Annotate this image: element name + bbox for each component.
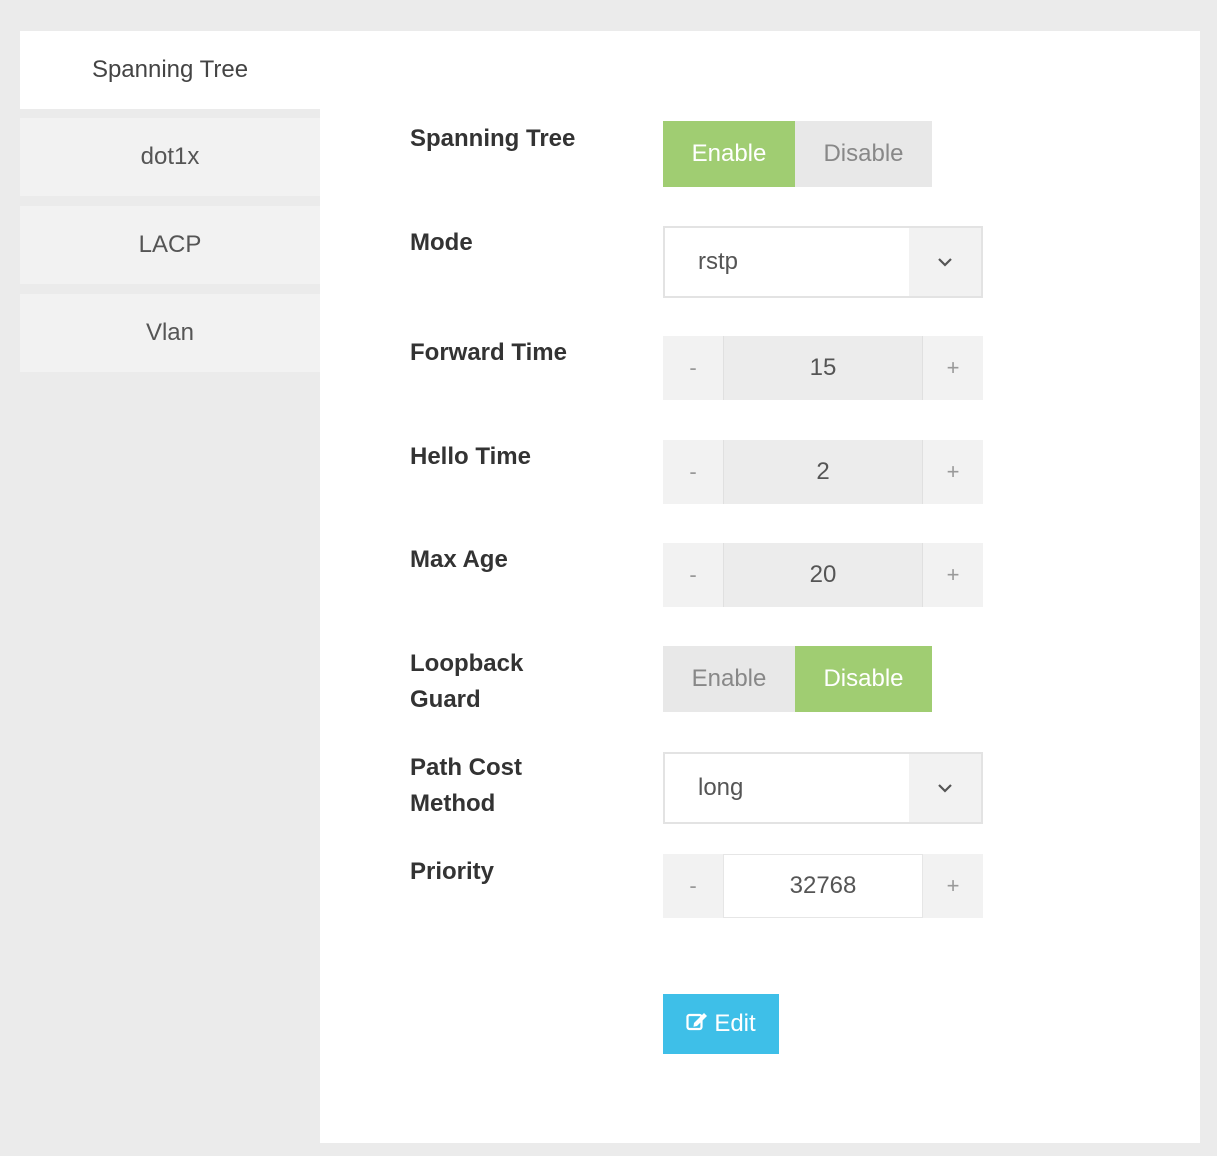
spanning-tree-disable-button[interactable]: Disable xyxy=(795,121,932,187)
hello-time-increment-button[interactable]: + xyxy=(923,440,983,504)
tab-lacp[interactable]: LACP xyxy=(20,206,320,284)
spanning-tree-label: Spanning Tree xyxy=(410,125,576,152)
max-age-decrement-button[interactable]: - xyxy=(663,543,723,607)
priority-increment-button[interactable]: + xyxy=(923,854,983,918)
loopback-guard-disable-button[interactable]: Disable xyxy=(795,646,932,712)
tab-spanning-tree[interactable]: Spanning Tree xyxy=(20,31,320,109)
edit-button[interactable]: Edit xyxy=(663,994,779,1054)
priority-input[interactable]: 32768 xyxy=(723,854,923,918)
chevron-down-icon xyxy=(909,754,981,822)
priority-decrement-button[interactable]: - xyxy=(663,854,723,918)
spanning-tree-enable-button[interactable]: Enable xyxy=(663,121,795,187)
loopback-guard-label-line2: Guard xyxy=(410,686,481,713)
path-cost-method-select[interactable]: long xyxy=(663,752,983,824)
max-age-label: Max Age xyxy=(410,546,508,573)
forward-time-label: Forward Time xyxy=(410,339,567,366)
path-cost-method-label-line2: Method xyxy=(410,790,496,817)
tab-vlan[interactable]: Vlan xyxy=(20,294,320,372)
priority-stepper: - 32768 + xyxy=(663,854,983,918)
tab-dot1x[interactable]: dot1x xyxy=(20,118,320,196)
hello-time-value: 2 xyxy=(723,440,923,504)
priority-label: Priority xyxy=(410,858,495,885)
sidebar: Spanning Tree dot1x LACP Vlan xyxy=(20,31,320,382)
hello-time-decrement-button[interactable]: - xyxy=(663,440,723,504)
path-cost-method-select-value: long xyxy=(698,774,744,801)
max-age-value: 20 xyxy=(723,543,923,607)
forward-time-decrement-button[interactable]: - xyxy=(663,336,723,400)
edit-icon xyxy=(686,1010,708,1038)
forward-time-increment-button[interactable]: + xyxy=(923,336,983,400)
path-cost-method-label-line1: Path Cost xyxy=(410,754,523,781)
forward-time-value: 15 xyxy=(723,336,923,400)
hello-time-stepper: - 2 + xyxy=(663,440,983,504)
chevron-down-icon xyxy=(909,228,981,296)
mode-select-value: rstp xyxy=(698,248,739,275)
max-age-increment-button[interactable]: + xyxy=(923,543,983,607)
loopback-guard-toggle: Enable Disable xyxy=(663,646,932,712)
hello-time-label: Hello Time xyxy=(410,443,531,470)
max-age-stepper: - 20 + xyxy=(663,543,983,607)
forward-time-stepper: - 15 + xyxy=(663,336,983,400)
path-cost-method-label: Path Cost Method xyxy=(410,750,522,822)
loopback-guard-label-line1: Loopback xyxy=(410,650,524,677)
spanning-tree-toggle: Enable Disable xyxy=(663,121,932,187)
loopback-guard-enable-button[interactable]: Enable xyxy=(663,646,795,712)
edit-button-label: Edit xyxy=(714,1010,756,1037)
mode-select[interactable]: rstp xyxy=(663,226,983,298)
mode-label: Mode xyxy=(410,229,473,256)
loopback-guard-label: Loopback Guard xyxy=(410,646,523,718)
